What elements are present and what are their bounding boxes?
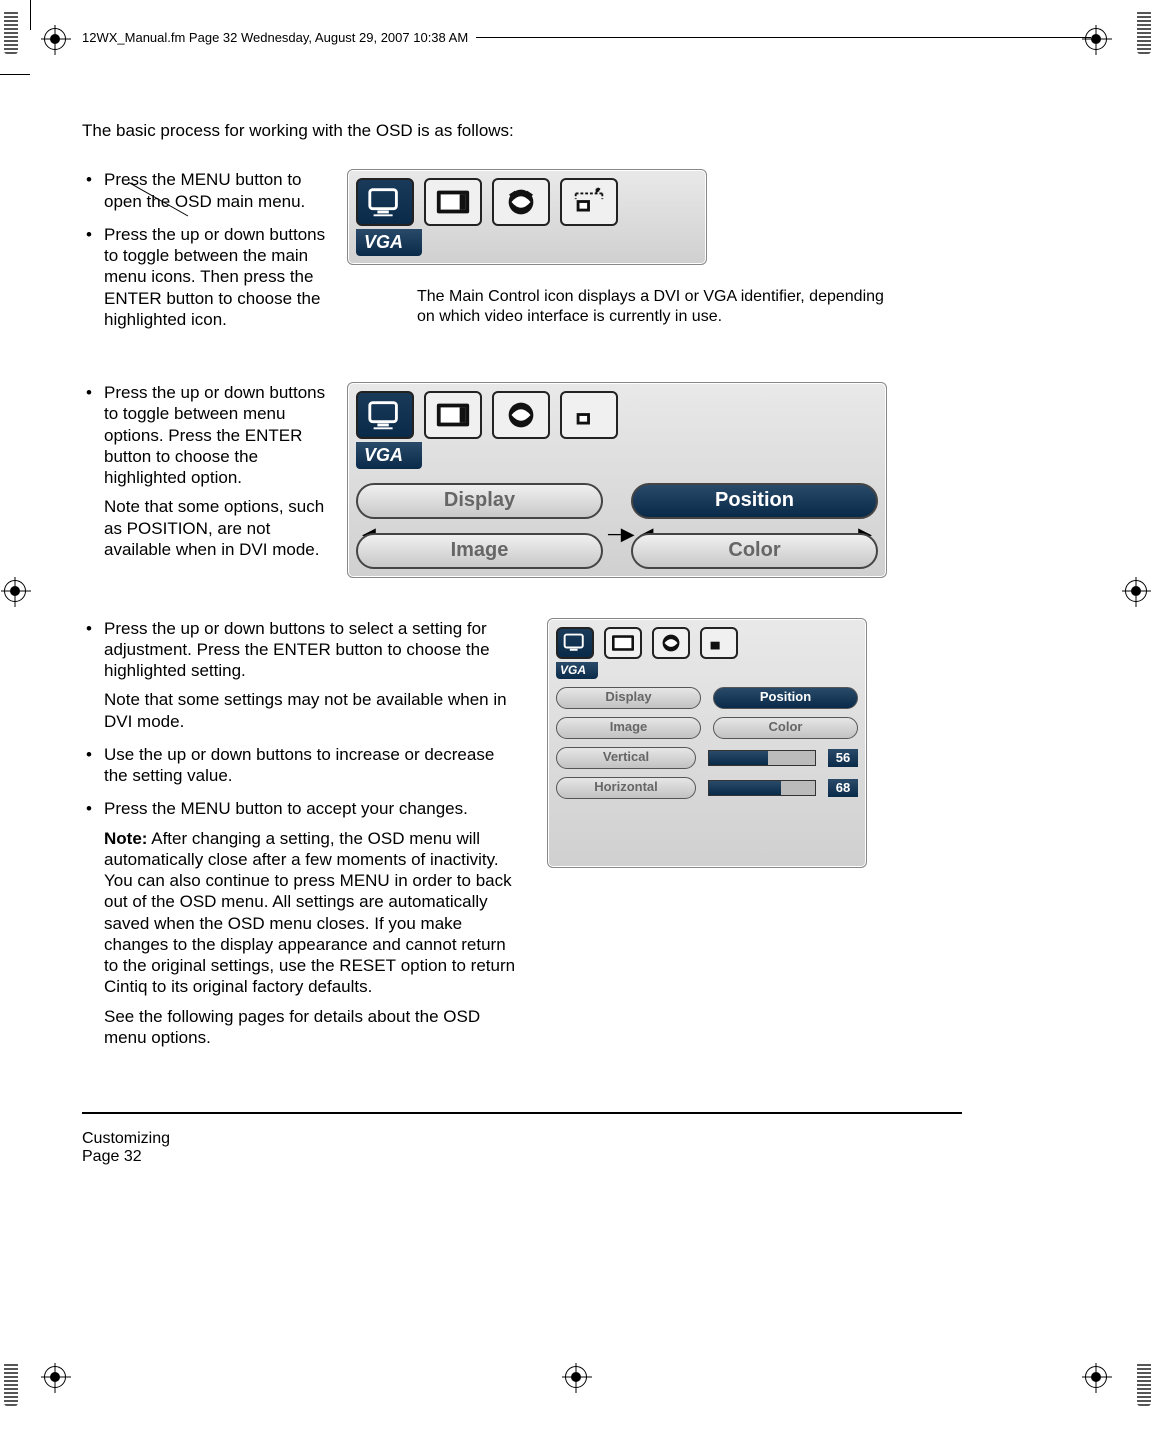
horizontal-value: 68	[828, 779, 858, 797]
section-3: •Press the up or down buttons to select …	[82, 618, 962, 1061]
osd-figure-1: VGA	[347, 169, 707, 265]
horizontal-slider	[708, 780, 816, 796]
running-head: 12WX_Manual.fm Page 32 Wednesday, August…	[82, 30, 468, 45]
section-1: •Press the MENU button to open the OSD m…	[82, 169, 962, 342]
globe-icon	[652, 627, 690, 659]
vertical-value: 56	[828, 749, 858, 767]
vertical-slider	[708, 750, 816, 766]
page-content: The basic process for working with the O…	[82, 120, 962, 1060]
main-control-icon	[556, 627, 594, 659]
section-2: •Press the up or down buttons to toggle …	[82, 382, 962, 578]
position-option: Position	[631, 483, 878, 519]
bullet-c2: Use the up or down buttons to increase o…	[104, 744, 517, 787]
callout-line	[128, 182, 208, 222]
color-option: Color	[631, 533, 878, 569]
vga-label: VGA	[356, 442, 422, 469]
bullet-c1-note: Note that some settings may not be avail…	[104, 689, 517, 732]
picture-icon	[604, 627, 642, 659]
bullet-c3: Press the MENU button to accept your cha…	[104, 798, 517, 1048]
vga-label: VGA	[556, 662, 598, 679]
picture-icon	[424, 178, 482, 226]
footer-page: Page 32	[82, 1148, 170, 1166]
note-block: Note: After changing a setting, the OSD …	[104, 828, 517, 998]
globe-icon	[492, 178, 550, 226]
main-control-icon	[356, 178, 414, 226]
header-rule	[476, 37, 1091, 38]
scaling-icon	[560, 178, 618, 226]
footer-rule	[82, 1112, 962, 1114]
bullet-a2: Press the up or down buttons to toggle b…	[104, 224, 327, 330]
display-option: Display	[356, 483, 603, 519]
picture-icon	[424, 391, 482, 439]
vertical-setting: Vertical	[556, 747, 696, 769]
see-following: See the following pages for details abou…	[104, 1006, 517, 1049]
scaling-icon	[560, 391, 618, 439]
image-option: Image	[356, 533, 603, 569]
bullet-b1: Press the up or down buttons to toggle b…	[104, 382, 327, 560]
scaling-icon	[700, 627, 738, 659]
fig1-caption: The Main Control icon displays a DVI or …	[417, 287, 897, 327]
position-option: Position	[713, 687, 858, 709]
horizontal-setting: Horizontal	[556, 777, 696, 799]
globe-icon	[492, 391, 550, 439]
bullet-c1: Press the up or down buttons to select a…	[104, 618, 517, 732]
osd-figure-3: VGA Display Position Image Color Vertica…	[547, 618, 867, 868]
bullet-b1-note: Note that some options, such as POSITION…	[104, 496, 327, 560]
footer-section: Customizing	[82, 1130, 170, 1148]
main-control-icon	[356, 391, 414, 439]
page-footer: Customizing Page 32	[82, 1130, 170, 1166]
color-option: Color	[713, 717, 858, 739]
image-option: Image	[556, 717, 701, 739]
display-option: Display	[556, 687, 701, 709]
intro-text: The basic process for working with the O…	[82, 120, 962, 141]
vga-label: VGA	[356, 229, 422, 256]
osd-figure-2: VGA Display Position ◀─ ─▶ ◀─ ─▶ Image C…	[347, 382, 887, 578]
